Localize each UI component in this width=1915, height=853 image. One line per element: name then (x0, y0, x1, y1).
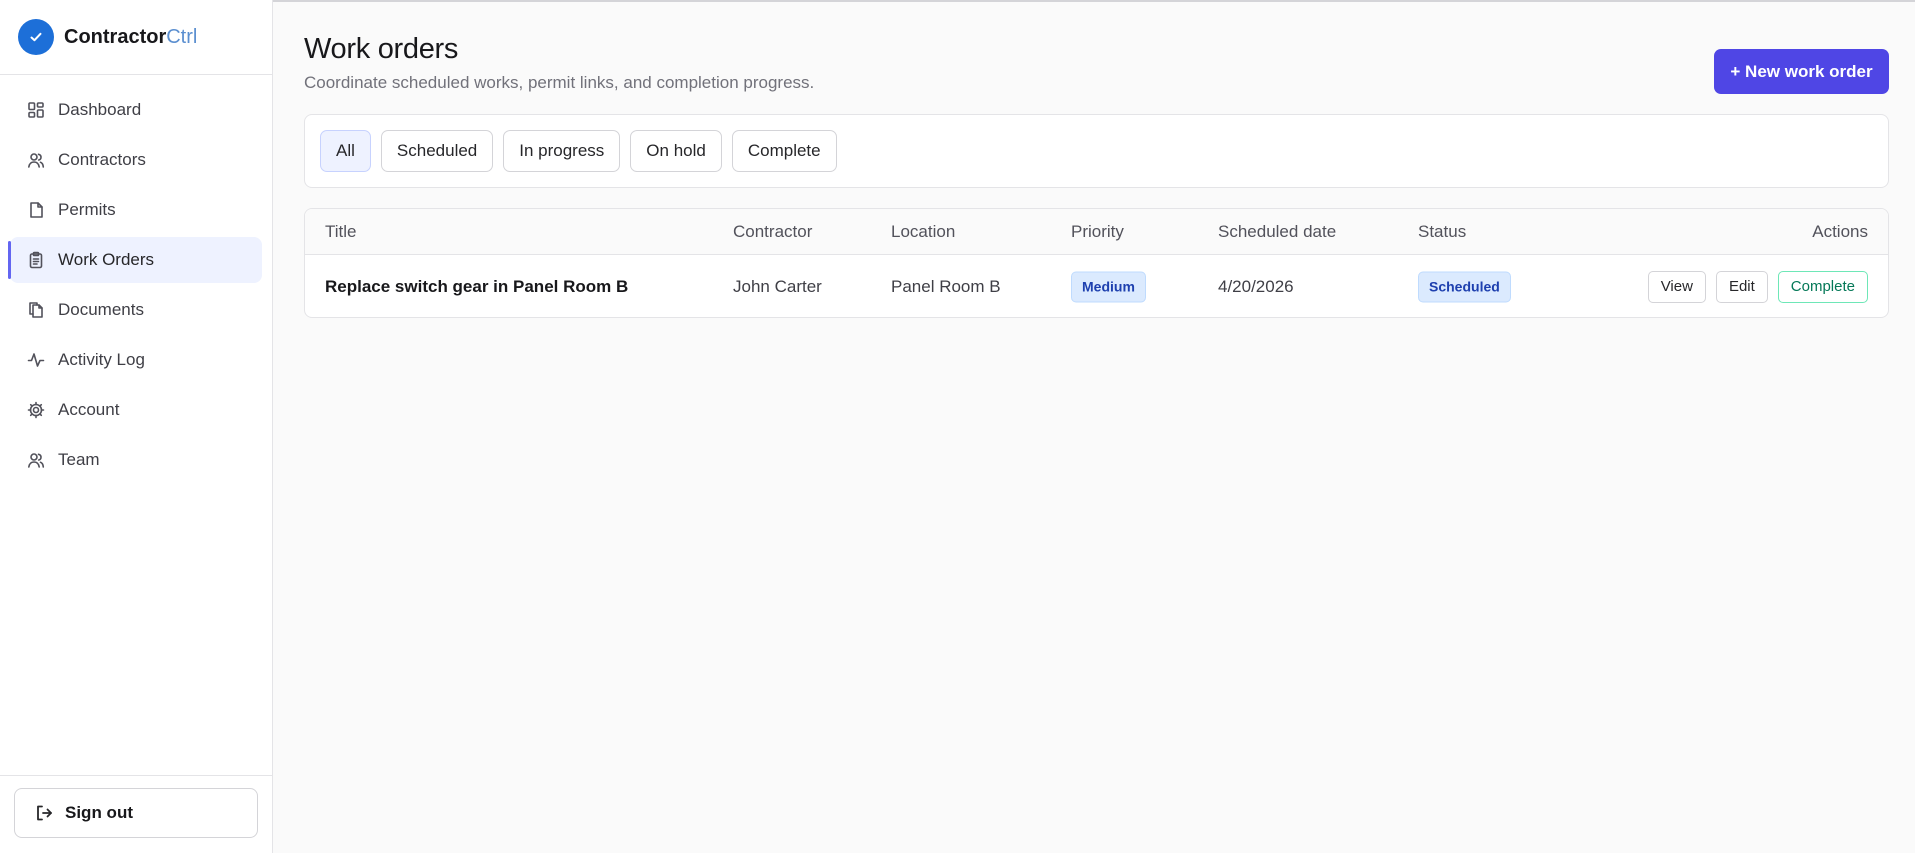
complete-button[interactable]: Complete (1777, 270, 1868, 303)
gear-icon (26, 400, 46, 420)
table-header: Title Contractor Location Priority Sched… (305, 209, 1888, 255)
sidebar-item-work-orders[interactable]: Work Orders (8, 237, 262, 283)
page-title: Work orders (304, 33, 459, 65)
sidebar-item-contractors[interactable]: Contractors (10, 137, 262, 183)
brand[interactable]: ContractorCtrl (0, 0, 272, 75)
sidebar-item-label: Permits (58, 200, 116, 219)
work-orders-table: Title Contractor Location Priority Sched… (304, 208, 1889, 318)
activity-icon (26, 350, 46, 370)
sign-out-label: Sign out (65, 803, 133, 822)
sign-out-icon (37, 805, 52, 821)
column-status: Status (1418, 221, 1467, 241)
app-name: ContractorCtrl (64, 26, 197, 49)
sidebar-footer: Sign out (0, 775, 272, 853)
page-subtitle: Coordinate scheduled works, permit links… (304, 73, 815, 92)
sidebar-item-account[interactable]: Account (10, 387, 262, 433)
filter-scheduled[interactable]: Scheduled (380, 130, 494, 172)
clipboard-icon (26, 250, 46, 270)
sidebar-item-label: Activity Log (58, 350, 145, 369)
status-filter-bar: All Scheduled In progress On hold Comple… (304, 114, 1889, 188)
sidebar-item-label: Documents (58, 300, 144, 319)
app-name-suffix: Ctrl (166, 25, 198, 48)
status-cell: Scheduled (1418, 271, 1511, 302)
column-priority: Priority (1071, 221, 1124, 241)
column-actions: Actions (1812, 221, 1868, 241)
column-location: Location (891, 221, 956, 241)
sidebar-item-activity-log[interactable]: Activity Log (10, 337, 262, 383)
sidebar-item-team[interactable]: Team (10, 437, 262, 483)
app-name-main: Contractor (64, 25, 167, 48)
file-icon (26, 200, 46, 220)
sidebar: ContractorCtrl Dashboard Contractors Per… (0, 0, 273, 853)
sidebar-item-label: Contractors (58, 150, 146, 169)
files-icon (26, 300, 46, 320)
sidebar-item-documents[interactable]: Documents (10, 287, 262, 333)
row-actions: View Edit Complete (1647, 270, 1868, 303)
filter-on-hold[interactable]: On hold (630, 130, 722, 172)
sidebar-item-permits[interactable]: Permits (10, 187, 262, 233)
sidebar-item-label: Team (58, 450, 100, 469)
priority-badge: Medium (1071, 271, 1146, 302)
row-location: Panel Room B (891, 276, 1001, 296)
row-scheduled-date: 4/20/2026 (1218, 276, 1294, 296)
team-icon (26, 450, 46, 470)
view-button[interactable]: View (1647, 270, 1706, 303)
column-contractor: Contractor (733, 221, 813, 241)
edit-button[interactable]: Edit (1715, 270, 1768, 303)
sidebar-item-label: Dashboard (58, 100, 142, 119)
main-content: Work orders Coordinate scheduled works, … (304, 0, 1889, 853)
dashboard-icon (26, 100, 46, 120)
status-badge: Scheduled (1418, 271, 1511, 302)
column-scheduled-date: Scheduled date (1218, 221, 1337, 241)
users-icon (26, 150, 46, 170)
table-row: Replace switch gear in Panel Room B John… (305, 255, 1888, 317)
new-work-order-button[interactable]: + New work order (1714, 49, 1889, 94)
sidebar-item-label: Work Orders (58, 250, 155, 269)
priority-cell: Medium (1071, 271, 1146, 302)
row-contractor: John Carter (733, 276, 822, 296)
filter-all[interactable]: All (320, 130, 371, 172)
row-title: Replace switch gear in Panel Room B (325, 276, 629, 296)
check-logo-icon (18, 19, 54, 55)
sidebar-item-dashboard[interactable]: Dashboard (10, 87, 262, 133)
column-title: Title (325, 221, 357, 241)
filter-complete[interactable]: Complete (731, 130, 837, 172)
sidebar-nav: Dashboard Contractors Permits Work Order… (0, 75, 272, 483)
filter-in-progress[interactable]: In progress (503, 130, 621, 172)
sign-out-button[interactable]: Sign out (14, 788, 258, 838)
sidebar-item-label: Account (58, 400, 120, 419)
